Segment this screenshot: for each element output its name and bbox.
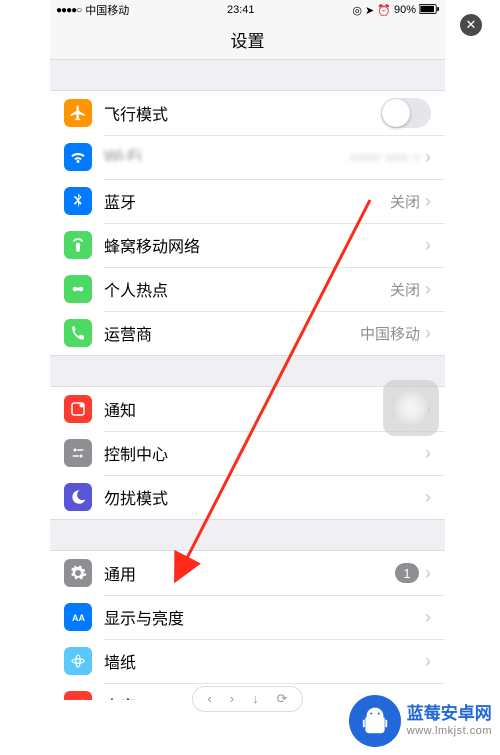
- row-cellular[interactable]: 蜂窝移动网络 ›: [50, 223, 445, 267]
- clock: 23:41: [227, 4, 255, 16]
- chevron-right-icon: ›: [425, 488, 431, 506]
- row-label: 蜂窝移动网络: [104, 233, 425, 257]
- refresh-icon[interactable]: ⟳: [277, 691, 288, 707]
- settings-group-general: 通用 1 › AA 显示与亮度 › 墙纸 › 声音 ›: [50, 550, 445, 700]
- row-wallpaper[interactable]: 墙纸 ›: [50, 639, 445, 683]
- svg-text:AA: AA: [72, 613, 85, 623]
- row-label: 通知: [104, 397, 425, 421]
- row-label: 墙纸: [104, 649, 425, 673]
- bluetooth-value: 关闭: [390, 191, 420, 212]
- notifications-icon: [64, 395, 92, 423]
- chevron-right-icon: ›: [425, 236, 431, 254]
- airplane-icon: [64, 99, 92, 127]
- carrier-name: 中国移动: [85, 2, 129, 18]
- watermark: 蓝莓安卓网 www.lmkjst.com: [349, 695, 492, 747]
- close-icon: ✕: [466, 17, 477, 33]
- settings-group-network: 飞行模式 Wi-Fi ••••• •••• • › 蓝牙 关闭 › 蜂窝移动网络…: [50, 90, 445, 356]
- hotspot-icon: [64, 275, 92, 303]
- battery-icon: [419, 4, 439, 17]
- chevron-right-icon: ›: [425, 280, 431, 298]
- phone-screen: ●●●●○ 中国移动 23:41 ◎ ➤ ⏰ 90% 设置 飞行模式 Wi-Fi: [50, 0, 445, 700]
- cellular-icon: [64, 231, 92, 259]
- row-label: 显示与亮度: [104, 605, 425, 629]
- status-icons: ◎ ➤ ⏰: [352, 4, 391, 17]
- badge-count: 1: [395, 563, 419, 583]
- watermark-title: 蓝莓安卓网: [407, 704, 492, 724]
- row-control-center[interactable]: 控制中心 ›: [50, 431, 445, 475]
- chevron-right-icon: ›: [425, 608, 431, 626]
- assistive-touch[interactable]: [383, 380, 439, 436]
- hotspot-value: 关闭: [390, 279, 420, 300]
- phone-icon: [64, 319, 92, 347]
- row-label: 运营商: [104, 321, 360, 345]
- forward-icon[interactable]: ›: [230, 691, 234, 707]
- row-display[interactable]: AA 显示与亮度 ›: [50, 595, 445, 639]
- wallpaper-icon: [64, 647, 92, 675]
- close-button[interactable]: ✕: [460, 14, 482, 36]
- watermark-logo: [349, 695, 401, 747]
- back-icon[interactable]: ‹: [207, 691, 211, 707]
- carrier-value: 中国移动: [360, 323, 420, 344]
- chevron-right-icon: ›: [425, 564, 431, 582]
- row-general[interactable]: 通用 1 ›: [50, 551, 445, 595]
- row-carrier[interactable]: 运营商 中国移动 ›: [50, 311, 445, 355]
- wifi-icon: [64, 143, 92, 171]
- chevron-right-icon: ›: [425, 192, 431, 210]
- row-label: 勿扰模式: [104, 485, 425, 509]
- gear-icon: [64, 559, 92, 587]
- row-bluetooth[interactable]: 蓝牙 关闭 ›: [50, 179, 445, 223]
- chevron-right-icon: ›: [425, 148, 431, 166]
- watermark-url: www.lmkjst.com: [407, 725, 492, 738]
- row-label: 通用: [104, 561, 395, 585]
- row-hotspot[interactable]: 个人热点 关闭 ›: [50, 267, 445, 311]
- control-center-icon: [64, 439, 92, 467]
- battery-pct: 90%: [394, 4, 416, 16]
- row-label: 飞行模式: [104, 101, 381, 125]
- status-bar: ●●●●○ 中国移动 23:41 ◎ ➤ ⏰ 90%: [50, 0, 445, 20]
- signal-dots: ●●●●○: [56, 5, 81, 16]
- row-wifi[interactable]: Wi-Fi ••••• •••• • ›: [50, 135, 445, 179]
- download-icon[interactable]: ↓: [252, 691, 259, 707]
- chevron-right-icon: ›: [425, 444, 431, 462]
- airplane-switch[interactable]: [381, 98, 431, 128]
- bluetooth-icon: [64, 187, 92, 215]
- row-label: 控制中心: [104, 441, 425, 465]
- wifi-value: ••••• •••• •: [351, 149, 420, 165]
- moon-icon: [64, 483, 92, 511]
- row-dnd[interactable]: 勿扰模式 ›: [50, 475, 445, 519]
- row-airplane-mode[interactable]: 飞行模式: [50, 91, 445, 135]
- chevron-right-icon: ›: [425, 652, 431, 670]
- page-title: 设置: [50, 20, 445, 60]
- row-label: 蓝牙: [104, 189, 390, 213]
- row-label: 个人热点: [104, 277, 390, 301]
- display-icon: AA: [64, 603, 92, 631]
- chevron-right-icon: ›: [425, 324, 431, 342]
- row-label: Wi-Fi: [104, 148, 351, 166]
